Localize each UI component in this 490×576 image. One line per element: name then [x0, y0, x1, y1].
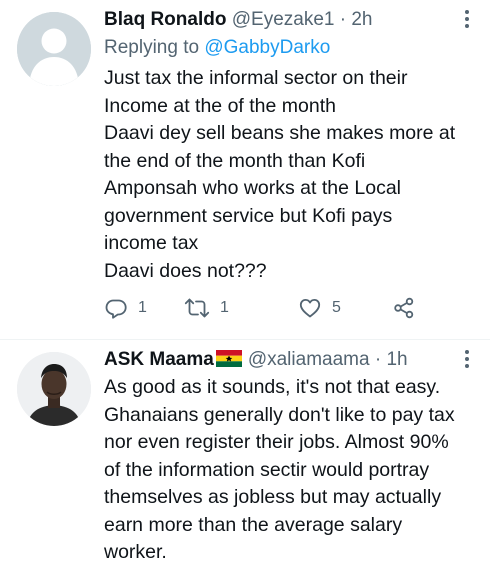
- like-count: 5: [332, 299, 341, 316]
- tweet-ask-maama[interactable]: ASK Maama @xaliamaama · 1h As good as it…: [0, 340, 490, 576]
- heart-icon: [299, 299, 321, 318]
- tweet-text: Just tax the informal sector on their In…: [104, 67, 456, 282]
- default-profile-icon: [17, 12, 91, 86]
- tweet-blaq-ronaldo[interactable]: Blaq Ronaldo @Eyezake1 · 2h Replying to …: [0, 0, 490, 340]
- tweet-text: As good as it sounds, it's not that easy…: [104, 376, 455, 563]
- author-name[interactable]: ASK Maama: [104, 349, 214, 370]
- separator-dot: ·: [374, 349, 382, 370]
- profile-avatar[interactable]: [17, 352, 91, 426]
- reply-icon: [105, 299, 127, 319]
- author-name[interactable]: Blaq Ronaldo: [104, 9, 226, 30]
- retweet-icon: [184, 298, 210, 318]
- more-options-icon[interactable]: [464, 10, 470, 30]
- replying-to-line: Replying to @GabbyDarko: [104, 35, 330, 61]
- reply-thread: Blaq Ronaldo @Eyezake1 · 2h Replying to …: [0, 0, 490, 576]
- default-avatar[interactable]: [17, 12, 91, 86]
- replying-to-mention[interactable]: @GabbyDarko: [204, 37, 330, 58]
- retweet-button[interactable]: 1: [184, 293, 229, 323]
- tweet-header: ASK Maama @xaliamaama · 1h: [104, 347, 450, 373]
- reply-count: 1: [138, 299, 147, 316]
- tweet-timestamp[interactable]: 2h: [351, 9, 372, 30]
- author-handle[interactable]: @xaliamaama: [248, 349, 370, 370]
- tweet-actions: 1 1 5: [104, 293, 444, 323]
- share-button[interactable]: [392, 293, 416, 323]
- more-options-icon[interactable]: [464, 350, 470, 370]
- author-handle[interactable]: @Eyezake1: [232, 9, 335, 30]
- ghana-flag-icon: [215, 350, 242, 367]
- replying-prefix: Replying to: [104, 37, 200, 58]
- tweet-timestamp[interactable]: 1h: [386, 349, 407, 370]
- separator-dot: ·: [339, 9, 347, 30]
- like-button[interactable]: 5: [298, 293, 341, 323]
- retweet-count: 1: [220, 299, 229, 316]
- tweet-header: Blaq Ronaldo @Eyezake1 · 2h: [104, 7, 450, 33]
- reply-button[interactable]: 1: [104, 293, 147, 323]
- avatar-photo: [17, 352, 91, 426]
- share-icon: [394, 297, 414, 319]
